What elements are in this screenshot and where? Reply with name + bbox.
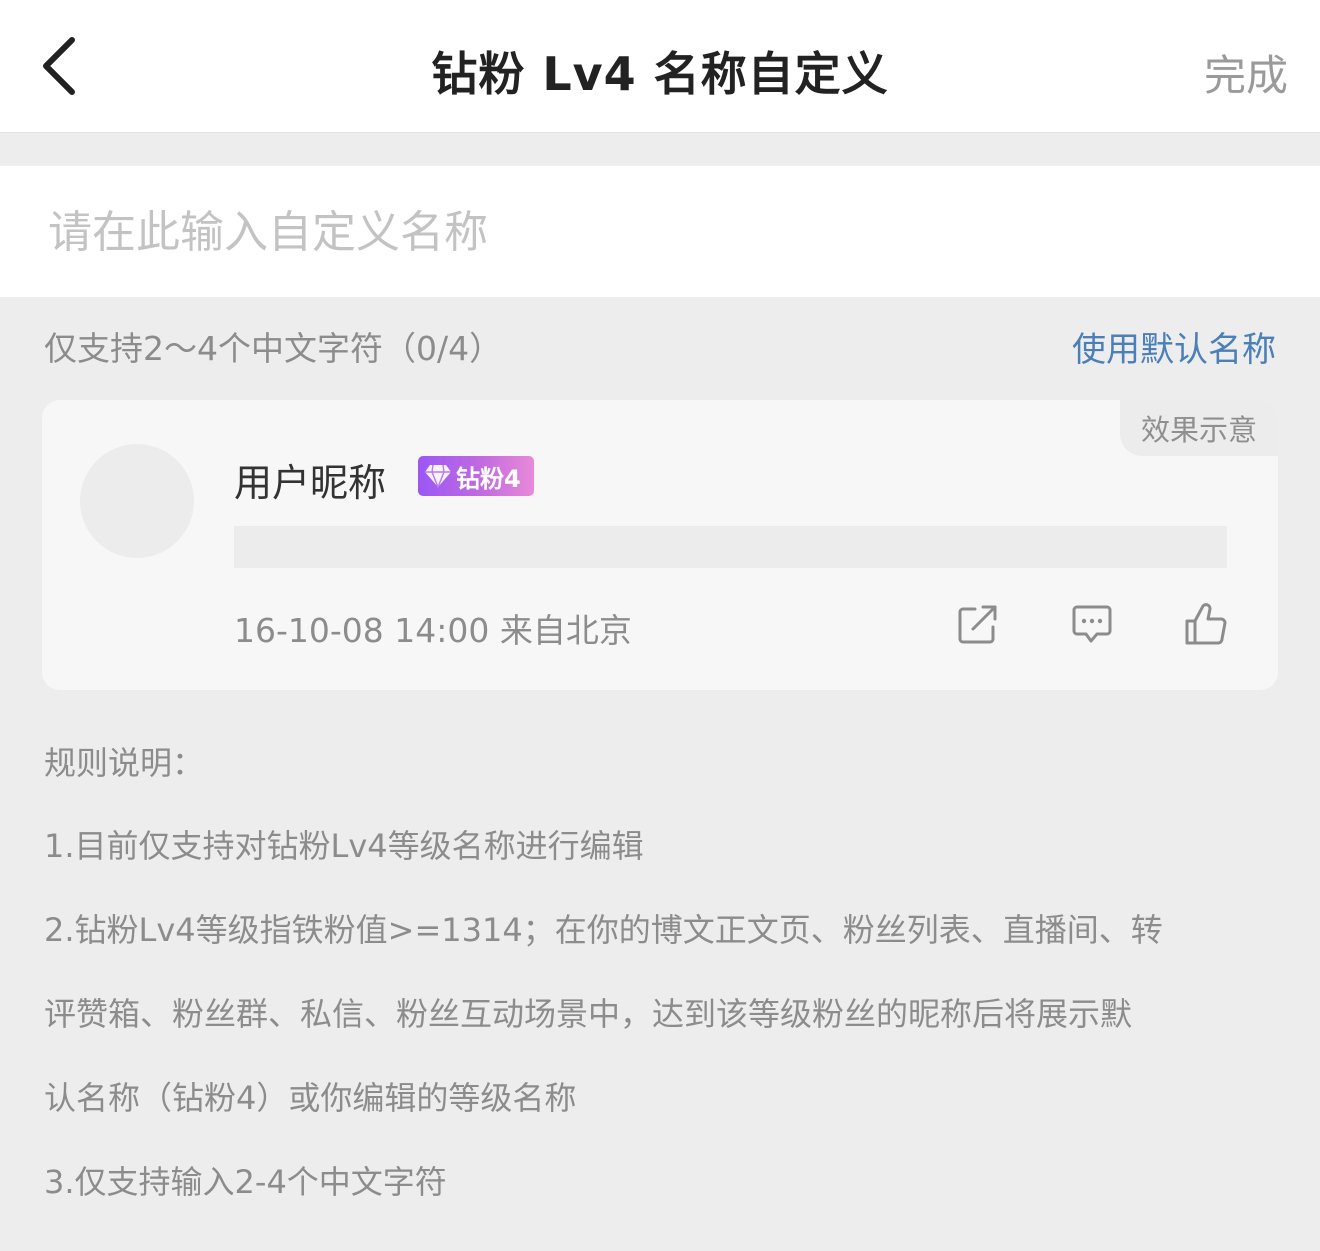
- comment-button[interactable]: [1066, 598, 1118, 650]
- page: 钻粉 Lv4 名称自定义 完成 仅支持2～4个中文字符（0/4） 使用默认名称 …: [0, 0, 1320, 1251]
- rule-line: 3.仅支持输入2-4个中文字符: [44, 1163, 447, 1201]
- like-icon: [1185, 603, 1227, 645]
- custom-name-input[interactable]: [48, 190, 1268, 274]
- rule-line: 认名称（钻粉4）或你编辑的等级名称: [44, 1079, 577, 1117]
- avatar: [80, 444, 194, 558]
- level-badge: 钻粉4: [418, 456, 534, 496]
- diamond-icon: [425, 464, 451, 489]
- nav-bar: 钻粉 Lv4 名称自定义 完成: [0, 0, 1320, 133]
- char-limit-hint: 仅支持2～4个中文字符（0/4）: [44, 329, 503, 368]
- rules-section: 规则说明： 1.目前仅支持对钻粉Lv4等级名称进行编辑 2.钻粉Lv4等级指铁粉…: [44, 740, 1280, 1224]
- rule-line: 1.目前仅支持对钻粉Lv4等级名称进行编辑: [44, 827, 644, 865]
- content-placeholder: [234, 526, 1227, 568]
- name-input-row: [0, 166, 1320, 297]
- comment-icon: [1072, 605, 1112, 643]
- page-title: 钻粉 Lv4 名称自定义: [431, 47, 889, 101]
- rule-line: 2.钻粉Lv4等级指铁粉值>=1314；在你的博文正文页、粉丝列表、直播间、转: [44, 911, 1163, 949]
- done-button[interactable]: 完成: [1204, 42, 1288, 103]
- preview-card: 效果示意 用户昵称 钻粉4 16-10-08 14:00 来自北京: [42, 400, 1278, 690]
- post-meta: 16-10-08 14:00 来自北京: [234, 611, 632, 650]
- rule-line: 评赞箱、粉丝群、私信、粉丝互动场景中，达到该等级粉丝的昵称后将展示默: [44, 995, 1133, 1033]
- like-button[interactable]: [1180, 598, 1232, 650]
- share-button[interactable]: [952, 598, 1004, 650]
- preview-tag: 效果示意: [1120, 400, 1278, 456]
- rules-title: 规则说明：: [44, 744, 205, 782]
- badge-label: 钻粉4: [456, 464, 521, 493]
- nickname: 用户昵称: [234, 461, 387, 505]
- share-icon: [958, 605, 997, 644]
- use-default-name-link[interactable]: 使用默认名称: [1072, 322, 1276, 371]
